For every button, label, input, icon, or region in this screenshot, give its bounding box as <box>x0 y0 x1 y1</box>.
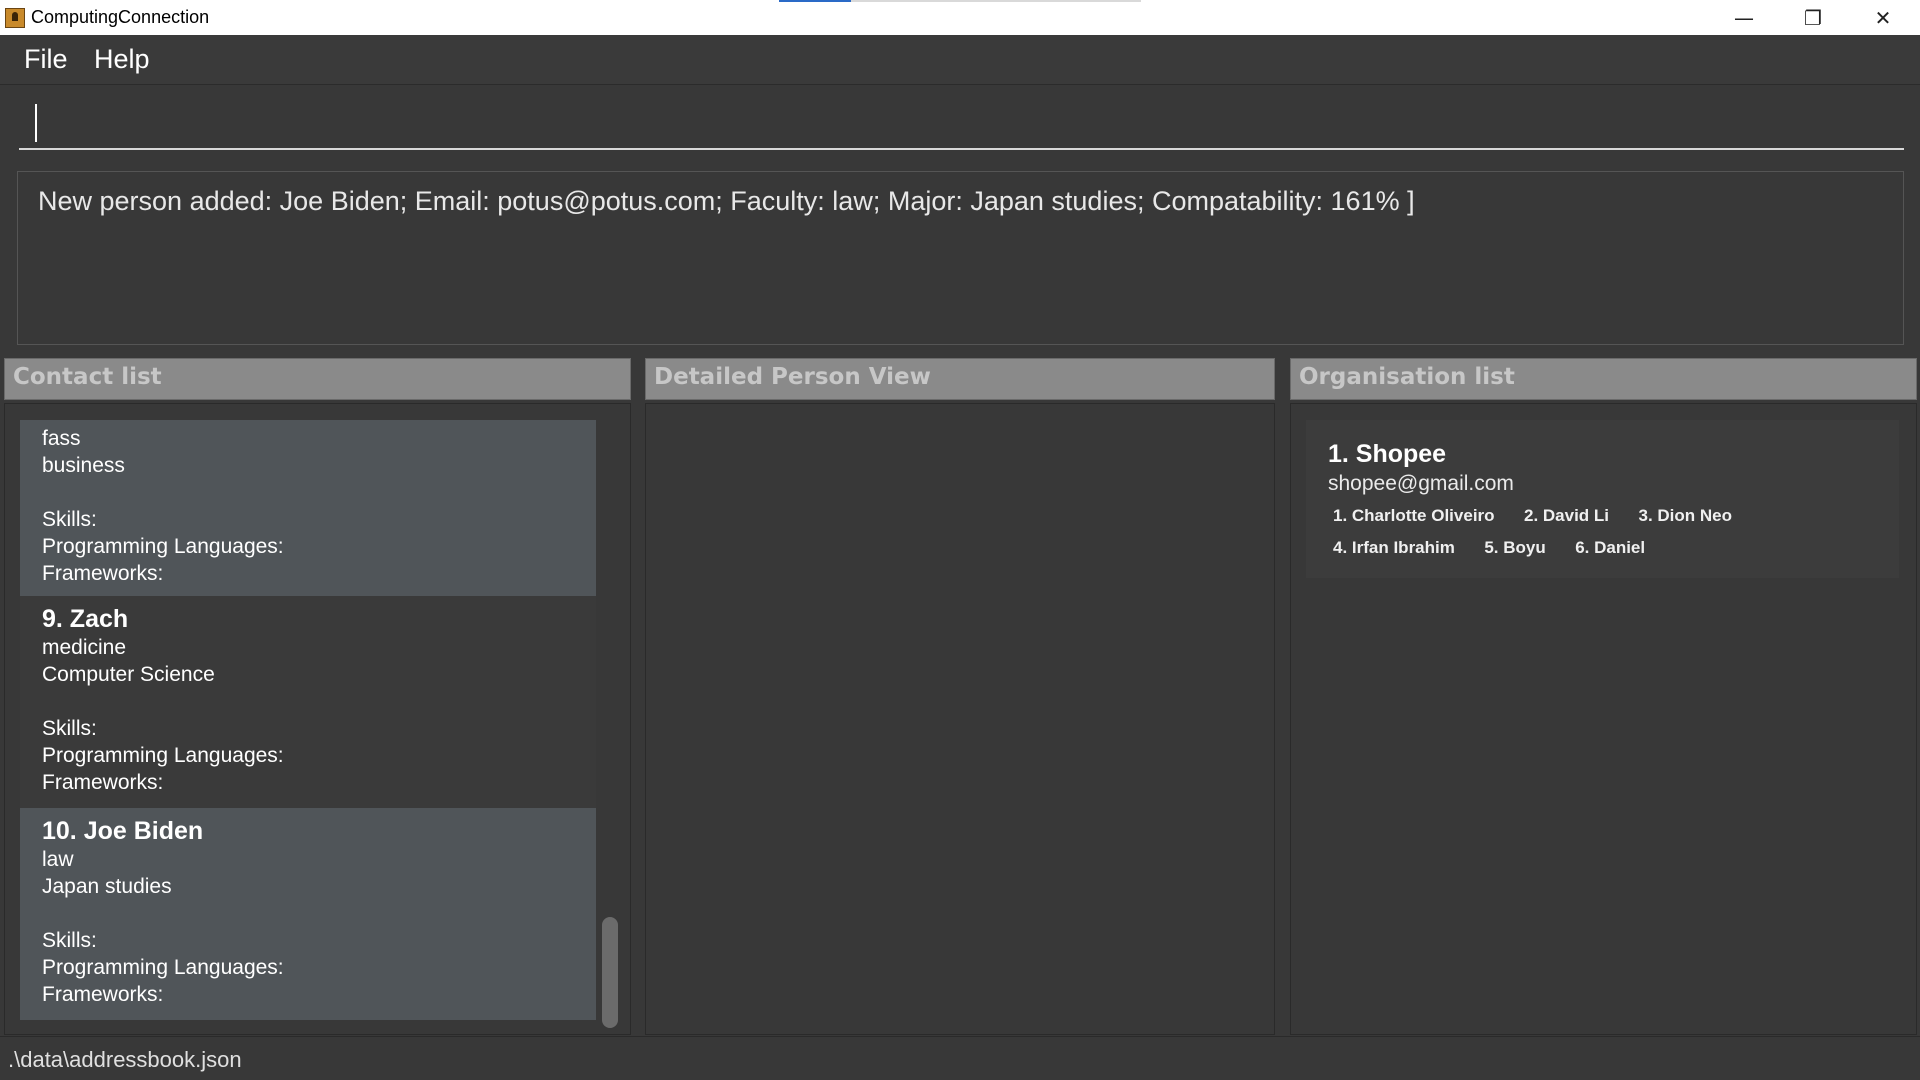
organisation-email: shopee@gmail.com <box>1328 472 1514 495</box>
command-input[interactable] <box>19 98 1904 150</box>
result-message: New person added: Joe Biden; Email: potu… <box>38 186 1415 216</box>
command-area <box>0 86 1920 161</box>
contact-languages: Programming Languages: <box>42 535 284 558</box>
status-bar: .\data\addressbook.json <box>0 1036 1920 1080</box>
contact-languages: Programming Languages: <box>42 956 284 979</box>
organisation-members: 1. Charlotte Oliveiro 2. David Li 3. Dio… <box>1328 502 1888 566</box>
menu-help[interactable]: Help <box>94 44 150 75</box>
data-file-path: .\data\addressbook.json <box>8 1047 242 1072</box>
title-bar: ComputingConnection — ❐ ✕ <box>0 0 1920 35</box>
contact-card[interactable]: 10. Joe Biden law Japan studies Skills: … <box>20 808 596 1020</box>
contact-list-scrollbar[interactable] <box>602 420 618 1028</box>
menu-bar: File Help <box>0 35 1920 85</box>
contact-faculty: medicine <box>42 636 127 659</box>
organisation-member: 3. Dion Neo <box>1638 506 1732 525</box>
organisation-member: 6. Daniel <box>1575 538 1646 557</box>
result-display[interactable]: New person added: Joe Biden; Email: potu… <box>17 171 1904 345</box>
organisation-list-panel[interactable]: 1. Shopee shopee@gmail.com 1. Charlotte … <box>1290 403 1917 1035</box>
taskbar-accent-track <box>851 0 1141 2</box>
contact-card[interactable]: 9. Zach medicine Computer Science Skills… <box>20 596 596 808</box>
contact-name: 10. Joe Biden <box>42 817 204 845</box>
contact-faculty: fass <box>42 427 81 450</box>
contact-languages: Programming Languages: <box>42 744 284 767</box>
taskbar-accent <box>779 0 851 2</box>
contact-skills: Skills: <box>42 717 97 740</box>
contact-faculty: law <box>42 848 74 871</box>
contact-frameworks: Frameworks: <box>42 983 164 1006</box>
organisation-name: 1. Shopee <box>1328 440 1447 468</box>
contact-list[interactable]: fass business Skills: Programming Langua… <box>20 420 596 1028</box>
organisation-card[interactable]: 1. Shopee shopee@gmail.com 1. Charlotte … <box>1306 420 1899 578</box>
organisation-member: 2. David Li <box>1524 506 1610 525</box>
scrollbar-thumb[interactable] <box>602 917 618 1028</box>
text-caret <box>35 104 37 142</box>
contact-name: 9. Zach <box>42 605 129 633</box>
organisation-list-header: Organisation list <box>1290 358 1917 400</box>
contact-frameworks: Frameworks: <box>42 562 164 585</box>
maximize-button[interactable]: ❐ <box>1778 0 1848 35</box>
app-icon <box>5 8 25 28</box>
contact-list-panel[interactable]: fass business Skills: Programming Langua… <box>4 403 631 1035</box>
window-title: ComputingConnection <box>31 7 210 27</box>
contact-card[interactable]: fass business Skills: Programming Langua… <box>20 420 596 596</box>
menu-file[interactable]: File <box>24 44 68 75</box>
contact-major: Japan studies <box>42 875 172 898</box>
contact-major: Computer Science <box>42 663 215 686</box>
organisation-member: 5. Boyu <box>1484 538 1546 557</box>
close-button[interactable]: ✕ <box>1848 0 1918 35</box>
detailed-person-view <box>645 403 1275 1035</box>
organisation-member: 4. Irfan Ibrahim <box>1333 538 1455 557</box>
contact-list-header: Contact list <box>4 358 631 400</box>
contact-frameworks: Frameworks: <box>42 771 164 794</box>
contact-skills: Skills: <box>42 929 97 952</box>
minimize-button[interactable]: — <box>1709 0 1779 35</box>
organisation-member: 1. Charlotte Oliveiro <box>1333 506 1495 525</box>
contact-major: business <box>42 454 125 477</box>
contact-skills: Skills: <box>42 508 97 531</box>
detail-view-header: Detailed Person View <box>645 358 1275 400</box>
